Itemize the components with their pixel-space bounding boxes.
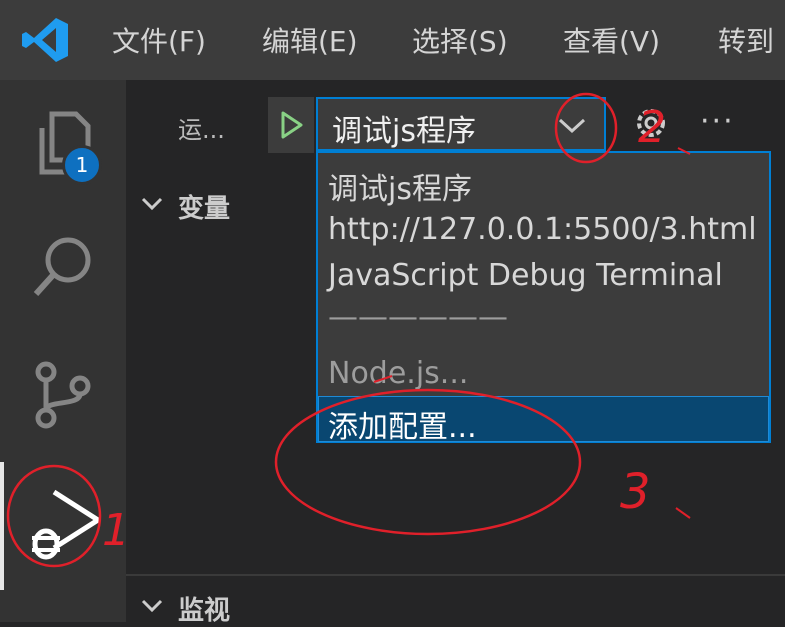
- vscode-logo-icon: [22, 18, 68, 62]
- active-indicator: [0, 462, 4, 590]
- menu-bar: 文件(F) 编辑(E) 选择(S) 查看(V) 转到: [0, 0, 785, 80]
- watch-section-title[interactable]: 监视: [178, 590, 230, 627]
- run-debug-icon[interactable]: [24, 486, 104, 566]
- explorer-badge: 1: [62, 145, 102, 185]
- start-debugging-button[interactable]: [268, 97, 314, 153]
- option-debug-js[interactable]: 调试js程序: [328, 164, 472, 208]
- option-js-debug-terminal[interactable]: JavaScript Debug Terminal: [328, 258, 723, 293]
- menu-view[interactable]: 查看(V): [563, 20, 660, 60]
- variables-section-title[interactable]: 变量: [178, 188, 230, 225]
- menu-edit[interactable]: 编辑(E): [262, 20, 358, 60]
- menu-go[interactable]: 转到: [718, 20, 774, 60]
- chevron-down-icon: [558, 118, 586, 134]
- section-divider: [126, 574, 785, 576]
- search-icon[interactable]: [24, 228, 104, 308]
- more-actions-button[interactable]: ···: [700, 104, 735, 139]
- run-view-title: 运...: [178, 116, 225, 144]
- option-localhost-url[interactable]: http://127.0.0.1:5500/3.html: [328, 212, 757, 247]
- menu-file[interactable]: 文件(F): [112, 20, 206, 60]
- chevron-down-icon: [141, 599, 163, 613]
- source-control-icon[interactable]: [24, 356, 104, 436]
- play-icon: [281, 111, 303, 139]
- selected-config-label: 调试js程序: [332, 114, 476, 149]
- option-add-configuration[interactable]: 添加配置...: [328, 402, 477, 446]
- menu-selection[interactable]: 选择(S): [412, 20, 508, 60]
- chevron-down-icon: [141, 197, 163, 211]
- option-nodejs[interactable]: Node.js...: [328, 356, 468, 391]
- gear-icon[interactable]: [630, 102, 672, 144]
- option-separator: ——————: [328, 300, 508, 335]
